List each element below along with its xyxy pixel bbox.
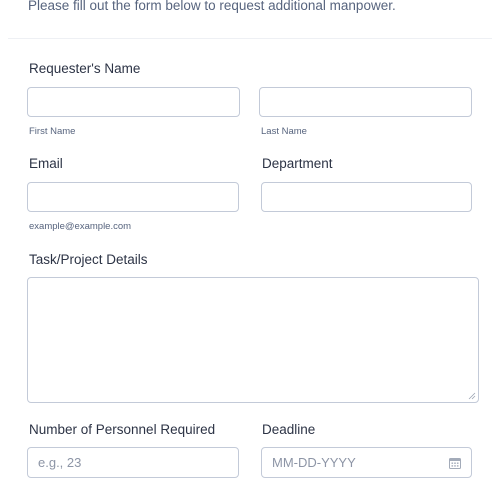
personnel-required-label: Number of Personnel Required [29, 422, 216, 437]
last-name-input[interactable] [260, 88, 471, 116]
last-name-sublabel: Last Name [261, 126, 307, 137]
email-field[interactable] [27, 182, 239, 212]
requester-name-label: Requester's Name [29, 61, 141, 76]
header-divider [8, 38, 492, 39]
form-intro-text: Please fill out the form below to reques… [28, 0, 396, 13]
email-sublabel: example@example.com [29, 221, 132, 232]
email-input[interactable] [28, 183, 238, 211]
department-field[interactable] [261, 182, 472, 212]
first-name-field[interactable] [27, 87, 240, 117]
first-name-sublabel: First Name [29, 126, 76, 137]
deadline-label: Deadline [262, 422, 316, 437]
personnel-required-field[interactable] [27, 447, 239, 478]
deadline-input[interactable] [262, 448, 471, 477]
resize-grip-icon[interactable] [468, 392, 476, 400]
personnel-required-input[interactable] [28, 448, 238, 477]
task-details-textarea[interactable] [28, 278, 478, 402]
deadline-field[interactable] [261, 447, 472, 478]
email-label: Email [29, 156, 63, 171]
task-details-label: Task/Project Details [29, 252, 148, 267]
department-input[interactable] [262, 183, 471, 211]
first-name-input[interactable] [28, 88, 239, 116]
department-label: Department [262, 156, 333, 171]
calendar-icon[interactable] [449, 457, 461, 469]
manpower-request-form: Please fill out the form below to reques… [0, 0, 500, 484]
last-name-field[interactable] [259, 87, 472, 117]
task-details-field[interactable] [27, 277, 479, 403]
